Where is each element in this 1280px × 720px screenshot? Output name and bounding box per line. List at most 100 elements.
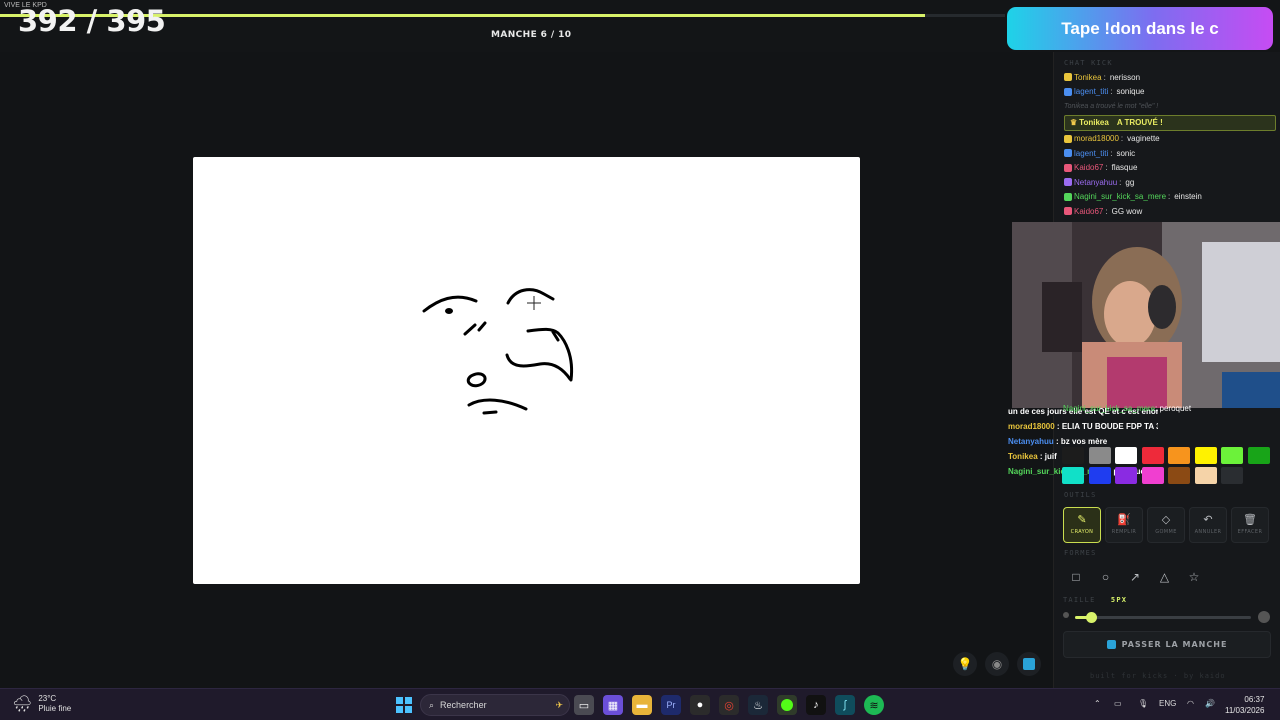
tool-crayon-button[interactable]: ✎ CRAYON	[1063, 507, 1101, 543]
tool-remplir-button[interactable]: ⛽ REMPLIR	[1105, 507, 1143, 543]
tool-label: GOMME	[1155, 529, 1177, 535]
color-swatch[interactable]	[1194, 447, 1217, 464]
size-value: 5PX	[1110, 596, 1128, 604]
tool-label: CRAYON	[1070, 529, 1094, 535]
skip-round-icon	[1106, 640, 1116, 649]
chat-username[interactable]: Nagini_sur_kick_sa_mere	[1074, 192, 1166, 201]
triangle-icon[interactable]: △	[1152, 566, 1178, 588]
size-slider-thumb[interactable]	[1085, 612, 1097, 623]
word-found-notice: ♛ Tonikea A TROUVÉ !	[1064, 114, 1276, 131]
chat-text: flasque	[1111, 163, 1138, 173]
rectangle-icon[interactable]: □	[1063, 566, 1089, 588]
visibility-eye-icon[interactable]: ◉	[985, 652, 1009, 676]
chrome-icon[interactable]: ◎	[719, 695, 739, 715]
system-clock[interactable]: 06:37 11/03/2026	[1225, 694, 1264, 716]
chat-message: morad18000: vaginette	[1064, 132, 1276, 147]
arrow-icon[interactable]: ↗	[1122, 566, 1148, 588]
chat-text: nerisson	[1109, 72, 1141, 82]
microphone-icon[interactable]: 🎙	[1138, 699, 1148, 708]
taskbar-search[interactable]: ⌕ Rechercher ✈	[420, 694, 570, 716]
eraser-icon: ◇	[1161, 514, 1171, 526]
spotify-icon[interactable]: ≋	[864, 695, 884, 715]
network-icon[interactable]: ▭	[1114, 699, 1122, 708]
app-logo-button[interactable]	[1017, 652, 1041, 676]
streamlabs-icon[interactable]: ʃ	[835, 695, 855, 715]
color-swatch[interactable]	[1088, 467, 1111, 484]
chat-text: sonique	[1116, 87, 1145, 97]
chat-username[interactable]: Kaido67	[1074, 207, 1103, 216]
color-swatch[interactable]	[1221, 447, 1243, 464]
tool-label: EFFACER	[1237, 529, 1263, 535]
kick-app-icon[interactable]	[777, 695, 797, 715]
app-logo-icon	[1023, 658, 1035, 670]
windows-logo-icon	[396, 697, 412, 713]
chat-separator: :	[1110, 87, 1113, 97]
task-view-icon[interactable]: ▭	[574, 695, 594, 715]
size-max-dot	[1258, 611, 1270, 623]
color-swatch[interactable]	[1141, 447, 1164, 464]
size-slider[interactable]	[1075, 616, 1251, 619]
chat-username[interactable]: Tonikea	[1074, 73, 1102, 82]
color-swatch[interactable]	[1062, 447, 1084, 464]
donation-banner: Tape !don dans le c	[1007, 7, 1273, 50]
tools-section-label: OUTILS	[1064, 491, 1097, 499]
found-text: A TROUVÉ !	[1116, 118, 1163, 127]
system-text: Tonikea a trouvé le mot "elle" !	[1064, 102, 1159, 110]
chat-username[interactable]: lagent_titi	[1074, 149, 1108, 158]
tool-annuler-button[interactable]: ↶ ANNULER	[1189, 507, 1227, 543]
premiere-pro-icon[interactable]: Pr	[661, 695, 681, 715]
score-counter: 392 / 395	[18, 4, 166, 38]
chat-username[interactable]: Netanyahuu	[1074, 178, 1117, 187]
tiktok-icon[interactable]: ♪	[806, 695, 826, 715]
chat-separator: :	[1120, 134, 1124, 144]
tray-expand-icon[interactable]: ⌃	[1094, 699, 1101, 708]
color-swatch[interactable]	[1141, 467, 1164, 484]
chat-text: gg	[1125, 177, 1135, 187]
tool-effacer-button[interactable]: 🗑 EFFACER	[1231, 507, 1269, 543]
start-button[interactable]	[394, 695, 414, 715]
chat-separator: :	[1105, 163, 1108, 173]
color-swatch[interactable]	[1221, 467, 1243, 484]
volume-icon[interactable]: 🔊	[1205, 699, 1215, 708]
overlay-username: morad18000	[1008, 422, 1055, 431]
skip-round-button[interactable]: PASSER LA MANCHE	[1063, 631, 1271, 658]
chat-username[interactable]: morad18000	[1074, 134, 1119, 143]
language-indicator[interactable]: ENG	[1159, 699, 1176, 708]
color-swatch[interactable]	[1088, 447, 1111, 464]
color-swatch[interactable]	[1062, 467, 1084, 484]
steam-icon[interactable]: ♨	[748, 695, 768, 715]
drawing-strokes	[422, 288, 574, 415]
chat-text: einstein	[1174, 192, 1202, 202]
color-swatch[interactable]	[1168, 467, 1190, 484]
drawing-canvas[interactable]	[193, 157, 860, 584]
chat-message: Tonikea: nerisson	[1064, 70, 1276, 85]
color-swatch[interactable]	[1194, 467, 1217, 484]
widgets-app-icon[interactable]: ▦	[603, 695, 623, 715]
overlay-separator: :	[1037, 452, 1045, 461]
chat-username[interactable]: Kaido67	[1074, 163, 1103, 172]
round-indicator: MANCHE 6 / 10	[491, 30, 572, 40]
color-swatch[interactable]	[1247, 447, 1270, 464]
webcam-overlay-message: Nagini_sur_kick_sa_mere: peroquet	[1063, 404, 1191, 413]
color-swatch[interactable]	[1168, 447, 1190, 464]
user-badge-icon	[1064, 134, 1072, 143]
github-icon[interactable]: ●	[690, 695, 710, 715]
star-icon[interactable]: ☆	[1181, 566, 1207, 588]
undo-icon: ↶	[1203, 514, 1213, 526]
wifi-icon[interactable]: ◠	[1187, 699, 1194, 708]
color-swatch[interactable]	[1115, 467, 1137, 484]
search-icon: ⌕	[429, 699, 435, 710]
chat-separator: :	[1168, 192, 1171, 202]
found-user: Tonikea	[1079, 118, 1109, 127]
ellipse-icon[interactable]: ○	[1093, 566, 1119, 588]
tool-gomme-button[interactable]: ◇ GOMME	[1147, 507, 1185, 543]
weather-widget[interactable]: 🌧 23°C Pluie fine	[12, 694, 71, 714]
chat-separator: :	[1105, 206, 1108, 216]
file-explorer-icon[interactable]: ▬	[632, 695, 652, 715]
overlay-text: peroquet	[1159, 404, 1192, 413]
chat-username[interactable]: lagent_titi	[1074, 87, 1108, 96]
hint-bulb-icon[interactable]: 💡	[953, 652, 977, 676]
user-badge-icon	[1064, 207, 1072, 216]
color-swatch[interactable]	[1115, 447, 1137, 464]
user-badge-icon	[1064, 73, 1072, 82]
